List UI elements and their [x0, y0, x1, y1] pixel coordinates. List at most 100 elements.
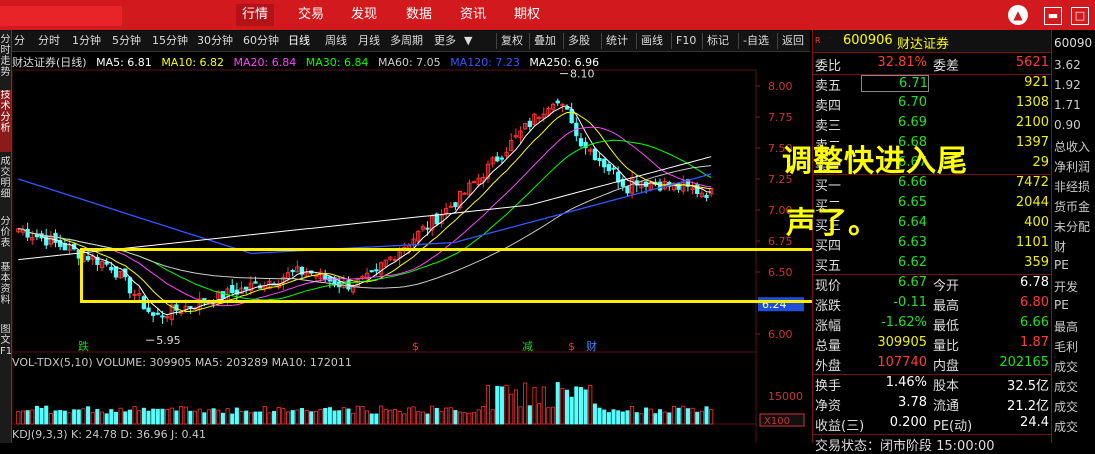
quote-value-2: 32.5亿: [1007, 379, 1049, 394]
tool-mark[interactable]: 标记: [702, 33, 729, 49]
volume-bar: [360, 406, 365, 425]
period-multi[interactable]: 多周期: [390, 33, 423, 49]
candle-body: [564, 106, 570, 110]
rp-line: 非经损: [1054, 180, 1091, 194]
quote-label: 买五: [815, 259, 842, 274]
volume-bar: [285, 411, 291, 425]
tool-back[interactable]: 返回: [777, 33, 804, 49]
sidetab-intraday[interactable]: 分时走势: [0, 34, 11, 86]
quote-value-2: 1397: [1015, 135, 1049, 150]
period-min[interactable]: 分: [14, 33, 25, 49]
ma250-value: MA250: 6.96: [529, 56, 600, 69]
highlight-box: [80, 248, 842, 303]
volume-bar: [523, 382, 528, 425]
volume-bar: [411, 406, 416, 425]
volume-bar: [551, 406, 556, 425]
period-daily[interactable]: 日线: [288, 33, 310, 49]
rp-line: 未分配: [1054, 220, 1091, 234]
volume-bar: [509, 393, 514, 425]
quote-value-2: 6.78: [1020, 275, 1049, 290]
candle-body: [657, 181, 663, 191]
volume-bar: [165, 409, 170, 425]
quote-value: 6.71: [861, 75, 929, 92]
price-tick-label: 6.00: [768, 328, 793, 341]
tool-stats[interactable]: 统计: [601, 33, 628, 49]
quote-label-2: 最低: [933, 319, 960, 334]
volume-bar: [685, 408, 690, 425]
quote-row: 委比 32.81% 委差 5621: [813, 54, 1051, 74]
volume-bar: [234, 407, 239, 425]
quote-value: 309905: [877, 335, 927, 350]
tool-draw[interactable]: 画线: [636, 33, 663, 49]
quote-label: 外盘: [815, 359, 842, 374]
volume-bar: [574, 386, 579, 425]
quote-row: 总量 309905 量比 1.87: [813, 334, 1051, 354]
volume-bar: [513, 389, 518, 425]
menu-news[interactable]: 资讯: [454, 4, 492, 26]
quote-value-2: 21.2亿: [1007, 399, 1049, 414]
volume-bar: [620, 411, 625, 425]
volume-bar: [323, 407, 328, 425]
menu-trade[interactable]: 交易: [292, 4, 330, 26]
period-30min[interactable]: 30分钟: [197, 33, 233, 49]
sidetab-f10[interactable]: 图文F10: [0, 324, 11, 374]
volume-bar: [462, 412, 467, 425]
quote-value-2: 1.87: [1020, 335, 1049, 350]
volume-bar: [430, 405, 435, 425]
volume-bar: [104, 413, 109, 425]
volume-bar: [169, 407, 174, 425]
period-weekly[interactable]: 周线: [325, 33, 347, 49]
period-monthly[interactable]: 月线: [358, 33, 380, 49]
period-1min[interactable]: 1分钟: [72, 33, 101, 49]
quote-row: 交易状态：闭市阶段 15:00:00: [813, 434, 1051, 454]
quote-label-2: PE(动): [933, 419, 973, 434]
candle-body: [146, 307, 151, 312]
volume-bar: [183, 406, 188, 425]
quote-row: 净资 3.78 流通 21.2亿: [813, 394, 1051, 414]
volume-bar: [355, 405, 360, 425]
menu-quotes[interactable]: 行情: [236, 4, 275, 26]
shirt-icon[interactable]: ▲: [1008, 5, 1028, 25]
volume-bar: [611, 409, 616, 425]
quote-value-2: 1101: [1015, 235, 1049, 250]
volume-bar: [39, 407, 44, 425]
period-more[interactable]: 更多: [434, 33, 456, 49]
sidetab-profile[interactable]: 基本资料: [0, 262, 11, 318]
volume-bar: [527, 405, 532, 425]
sidetab-technical[interactable]: 技术分析: [0, 90, 11, 152]
candle-body: [495, 156, 500, 162]
candle-body: [499, 157, 505, 160]
tool-adjust[interactable]: 复权: [496, 33, 523, 49]
volume-bar: [53, 410, 58, 425]
volume-bar: [495, 385, 500, 425]
chevron-down-icon[interactable]: ▼: [464, 33, 472, 49]
period-intraday[interactable]: 分时: [38, 33, 60, 49]
menu-data[interactable]: 数据: [400, 4, 438, 26]
sidetab-trades[interactable]: 成交明细: [0, 156, 11, 212]
sidetab-price-table[interactable]: 分价表: [0, 216, 11, 256]
quote-row: 卖三 6.69 2100: [813, 114, 1051, 134]
quote-value: -1.62%: [881, 315, 927, 330]
volume-bar: [365, 410, 370, 425]
tool-remove-watchlist[interactable]: -自选: [738, 33, 769, 49]
minimize-icon[interactable]: ▬: [1044, 7, 1062, 25]
tool-overlay[interactable]: 叠加: [529, 33, 556, 49]
ma120-value: MA120: 7.23: [450, 56, 520, 69]
quote-value-2: 359: [1024, 255, 1049, 270]
quote-value: 6.62: [898, 255, 927, 270]
period-60min[interactable]: 60分钟: [243, 33, 279, 49]
volume-bar: [351, 412, 356, 425]
menu-discover[interactable]: 发现: [345, 4, 383, 26]
quote-value-2: 24.4: [1020, 415, 1049, 430]
menu-options[interactable]: 期权: [508, 4, 546, 26]
period-15min[interactable]: 15分钟: [152, 33, 188, 49]
candle-body: [616, 171, 621, 183]
maximize-icon[interactable]: □: [1071, 7, 1089, 25]
volume-bar: [653, 413, 658, 425]
period-5min[interactable]: 5分钟: [112, 33, 141, 49]
tool-f10[interactable]: F10: [671, 33, 696, 49]
candle-body: [536, 116, 542, 119]
volume-bar: [695, 411, 700, 425]
tool-multi-stock[interactable]: 多股: [563, 33, 590, 49]
quote-value-2: 7472: [1015, 175, 1049, 190]
